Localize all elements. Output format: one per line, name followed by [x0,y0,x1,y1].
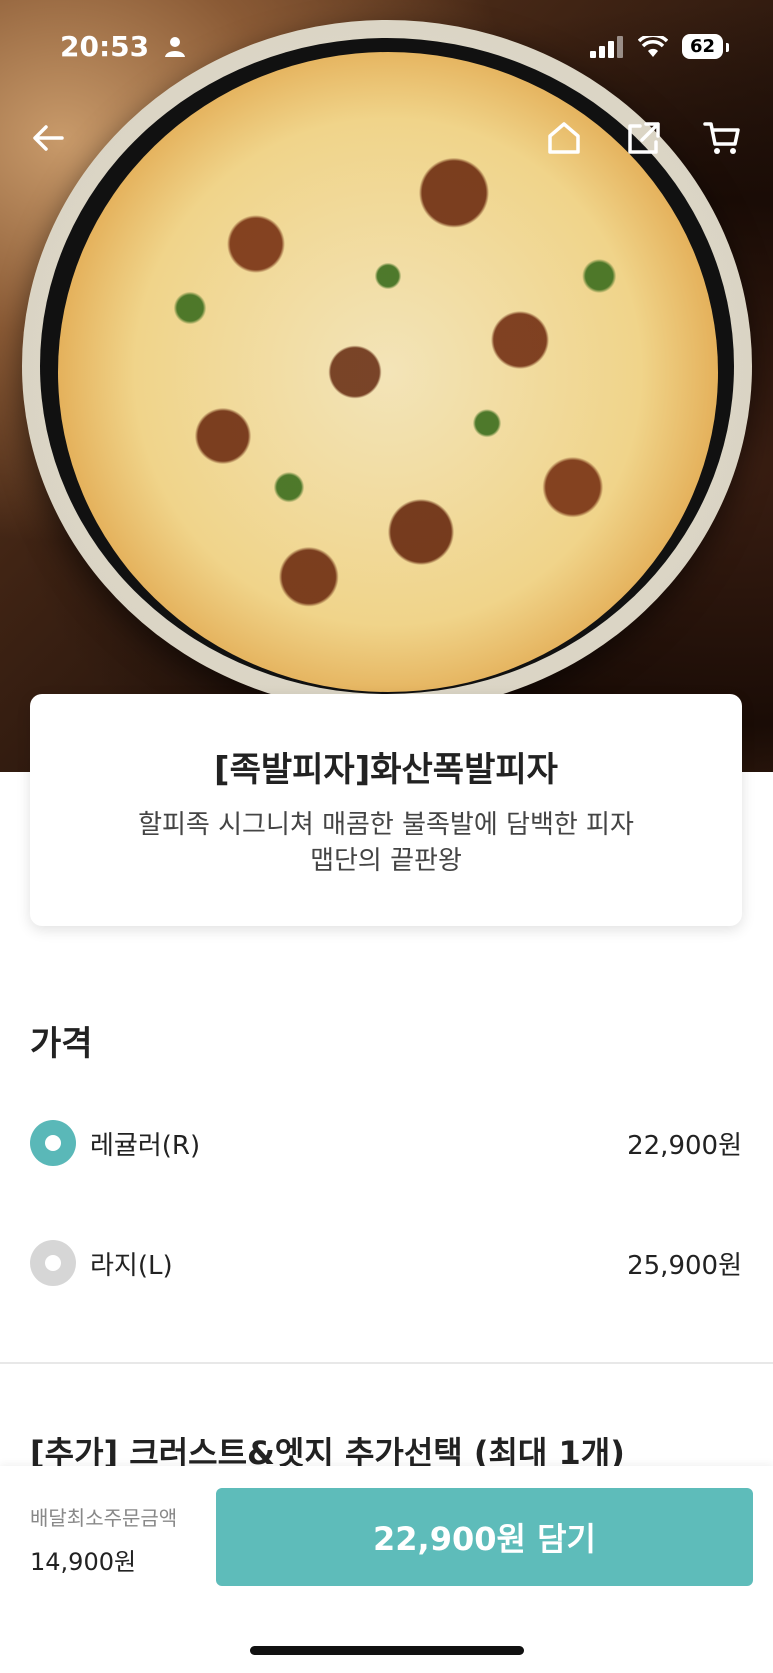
radio-unselected-icon[interactable] [30,1240,76,1286]
status-time: 20:53 [60,30,150,63]
option-label: 라지(L) [90,1250,173,1281]
radio-selected-icon[interactable] [30,1120,76,1166]
bottom-order-bar: 배달최소주문금액 14,900원 22,900원 담기 [0,1466,773,1673]
product-name: [족발피자]화산폭발피자 [214,750,558,790]
home-indicator [250,1646,524,1655]
price-option-regular[interactable]: 레귤러(R) 22,900원 [30,1118,742,1168]
section-divider [0,1362,773,1364]
wifi-icon [637,35,668,57]
person-icon [165,37,185,57]
add-to-cart-button[interactable]: 22,900원 담기 [216,1488,753,1586]
back-arrow-icon[interactable] [28,118,68,158]
pizza-photo [58,52,718,692]
signal-icon [589,35,623,58]
product-info-card: [족발피자]화산폭발피자 할피족 시그니쳐 매콤한 불족발에 담백한 피자 맵단… [30,694,742,926]
option-price: 22,900원 [627,1130,742,1161]
product-description: 할피족 시그니쳐 매콤한 불족발에 담백한 피자 맵단의 끝판왕 [138,810,634,876]
price-option-large[interactable]: 라지(L) 25,900원 [30,1238,742,1288]
battery-indicator: 62 [681,34,730,59]
cart-icon[interactable] [702,118,742,158]
price-section-title: 가격 [30,1024,93,1064]
share-icon[interactable] [624,118,664,158]
min-order-value: 14,900원 [30,1548,137,1576]
product-image: 20:53 62 [0,0,773,772]
option-price: 25,900원 [627,1250,742,1281]
status-indicators: 62 [589,34,730,59]
option-label: 레귤러(R) [90,1130,201,1161]
min-order-label: 배달최소주문금액 [30,1506,178,1530]
home-icon[interactable] [544,118,584,158]
